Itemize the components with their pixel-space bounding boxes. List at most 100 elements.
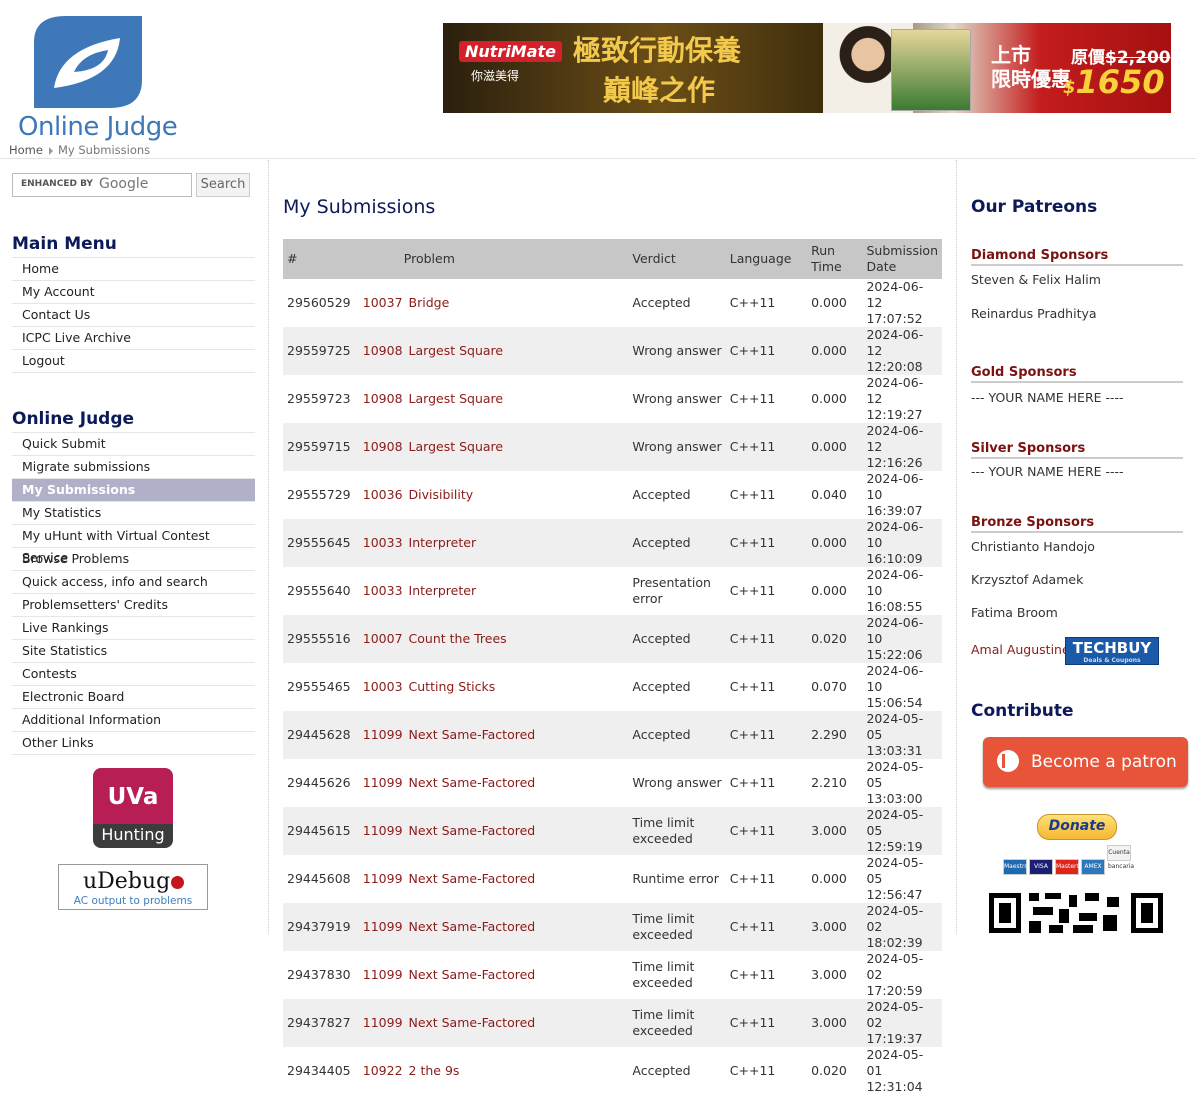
problem-link[interactable]: 10003 Cutting Sticks (359, 663, 629, 711)
problem-link[interactable]: 11099 Next Same-Factored (359, 855, 629, 903)
menu-item-my-account[interactable]: My Account (12, 281, 255, 304)
problem-number[interactable]: 10908 (363, 343, 403, 358)
col-runtime-1: Run (811, 243, 836, 258)
table-row: 29437830 11099 Next Same-Factored Time limi… (283, 951, 942, 999)
problem-link[interactable]: 11099 Next Same-Factored (358, 711, 629, 759)
problem-link[interactable]: 11099 Next Same-Factored (359, 951, 629, 999)
menu-item-site-statistics[interactable]: Site Statistics (12, 640, 255, 663)
menu-item-quick-access-info-and-search[interactable]: Quick access, info and search (12, 571, 255, 594)
problem-link[interactable]: 10908 Largest Square (358, 327, 629, 375)
problem-link[interactable]: 10908 Largest Square (359, 375, 629, 423)
problem-number[interactable]: 11099 (363, 823, 403, 838)
menu-item-browse-problems[interactable]: Browse Problems (12, 548, 255, 571)
problem-name[interactable]: Interpreter (409, 583, 477, 598)
problem-name[interactable]: Next Same-Factored (409, 823, 536, 838)
problem-name[interactable]: Count the Trees (409, 631, 507, 646)
problem-number[interactable]: 10908 (363, 439, 403, 454)
problem-link[interactable]: 11099 Next Same-Factored (359, 759, 629, 807)
problem-name[interactable]: Next Same-Factored (409, 727, 536, 742)
problem-number[interactable]: 10908 (363, 391, 403, 406)
menu-item-other-links[interactable]: Other Links (12, 732, 255, 755)
problem-name[interactable]: Largest Square (409, 391, 504, 406)
menu-item-contests[interactable]: Contests (12, 663, 255, 686)
problem-number[interactable]: 10922 (363, 1063, 403, 1078)
menu-item-problemsetters-credits[interactable]: Problemsetters' Credits (12, 594, 255, 617)
submission-date-day: 2024-05-02 (866, 999, 924, 1030)
language: C++11 (725, 999, 808, 1047)
search-input[interactable]: ENHANCED BY Google (12, 173, 192, 197)
bronze-sponsor-4[interactable]: Amal Augustine (971, 642, 1070, 657)
problem-name[interactable]: Divisibility (409, 487, 474, 502)
menu-item-my-uhunt-with-virtual-contest-service[interactable]: My uHunt with Virtual Contest Service (12, 525, 255, 565)
problem-link[interactable]: 11099 Next Same-Factored (358, 903, 629, 951)
problem-link[interactable]: 10908 Largest Square (358, 423, 629, 471)
menu-item-quick-submit[interactable]: Quick Submit (12, 433, 255, 456)
problem-link[interactable]: 10036 Divisibility (359, 471, 629, 519)
problem-link[interactable]: 10037 Bridge (359, 279, 629, 327)
problem-name[interactable]: Next Same-Factored (409, 967, 536, 982)
menu-item-my-statistics[interactable]: My Statistics (12, 502, 255, 525)
problem-link[interactable]: 11099 Next Same-Factored (358, 999, 629, 1047)
problem-name[interactable]: Next Same-Factored (409, 1015, 536, 1030)
ad-slogan-2: 巔峰之作 (603, 74, 716, 107)
techbuy-logo[interactable]: TECHBUY Deals & Coupons (1065, 637, 1159, 665)
col-id: # (283, 239, 359, 279)
uva-hunting-badge[interactable]: UVa Hunting (93, 768, 173, 848)
page-title: My Submissions (283, 196, 436, 218)
menu-item-live-rankings[interactable]: Live Rankings (12, 617, 255, 640)
ad-launch-1: 上市 (991, 43, 1031, 67)
problem-number[interactable]: 11099 (363, 775, 403, 790)
problem-number[interactable]: 10007 (363, 631, 403, 646)
problem-name[interactable]: Next Same-Factored (409, 775, 536, 790)
submissions-body: 29560529 10037 Bridge Accepted C++11 0.000 202… (283, 279, 942, 1095)
problem-number[interactable]: 11099 (363, 919, 403, 934)
problem-name[interactable]: Largest Square (409, 439, 504, 454)
menu-item-additional-information[interactable]: Additional Information (12, 709, 255, 732)
problem-link[interactable]: 10033 Interpreter (359, 567, 629, 615)
problem-name[interactable]: Next Same-Factored (409, 919, 536, 934)
problem-name[interactable]: Bridge (409, 295, 450, 310)
problem-link[interactable]: 11099 Next Same-Factored (358, 807, 629, 855)
problem-link[interactable]: 10033 Interpreter (358, 519, 629, 567)
become-patron-button[interactable]: Become a patron (983, 737, 1188, 787)
problem-number[interactable]: 11099 (363, 967, 403, 982)
problem-name[interactable]: Interpreter (409, 535, 477, 550)
problem-name[interactable]: 2 the 9s (409, 1063, 460, 1078)
submission-date-time: 12:20:08 (866, 359, 923, 374)
problem-link[interactable]: 10922 2 the 9s (359, 1047, 629, 1095)
problem-number[interactable]: 10033 (363, 535, 403, 550)
problem-number[interactable]: 10003 (363, 679, 403, 694)
search-button[interactable]: Search (196, 173, 250, 197)
run-time: 0.000 (807, 519, 863, 567)
bank-account-icon: Cuenta bancaria (1107, 845, 1134, 870)
problem-number[interactable]: 11099 (363, 727, 403, 742)
problem-number[interactable]: 11099 (363, 871, 403, 886)
menu-item-contact-us[interactable]: Contact Us (12, 304, 255, 327)
menu-item-electronic-board[interactable]: Electronic Board (12, 686, 255, 709)
problem-name[interactable]: Largest Square (409, 343, 504, 358)
menu-item-home[interactable]: Home (12, 258, 255, 281)
techbuy-text: TECHBUY (1072, 639, 1152, 657)
logo-text: Online Judge (18, 112, 178, 142)
advertisement-banner[interactable]: NutriMate 你滋美得 極致行動保養 巔峰之作 上市 限時優惠 原價$2,2… (443, 23, 1171, 113)
problem-number[interactable]: 10036 (363, 487, 403, 502)
menu-item-migrate-submissions[interactable]: Migrate submissions (12, 456, 255, 479)
ad-product-image (891, 29, 971, 111)
problem-name[interactable]: Cutting Sticks (409, 679, 496, 694)
problem-name[interactable]: Next Same-Factored (409, 871, 536, 886)
donate-button[interactable]: Donate (1037, 814, 1117, 840)
submission-id: 29555516 (283, 615, 359, 663)
table-row: 29445615 11099 Next Same-Factored Time limi… (283, 807, 942, 855)
breadcrumb-home[interactable]: Home (9, 143, 43, 157)
problem-number[interactable]: 10033 (363, 583, 403, 598)
run-time: 3.000 (811, 967, 847, 982)
menu-item-my-submissions[interactable]: My Submissions (12, 479, 255, 502)
problem-link[interactable]: 10007 Count the Trees (358, 615, 629, 663)
problem-number[interactable]: 11099 (363, 1015, 403, 1030)
col-date: Submission Date (862, 239, 942, 279)
menu-item-logout[interactable]: Logout (12, 350, 255, 373)
udebug-badge[interactable]: uDebug AC output to problems (58, 864, 208, 910)
menu-item-icpc-live-archive[interactable]: ICPC Live Archive (12, 327, 255, 350)
table-row: 29555729 10036 Divisibility Accepted C++11 0.… (283, 471, 942, 519)
problem-number[interactable]: 10037 (363, 295, 403, 310)
